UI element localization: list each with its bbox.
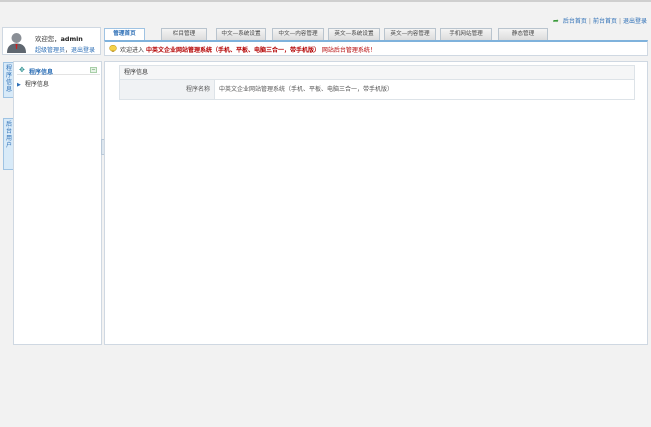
tab-en-content-management[interactable]: 英文—内容管理 [384,28,436,40]
left-menu-title: 程序信息 [29,69,54,76]
arrow-icon: ➦ [552,17,559,25]
table-row: 程序名称 中英文企业网站管理系统（手机、平板、电脑三合一，带手机版） [120,80,634,99]
main-content: 程序信息 程序名称 中英文企业网站管理系统（手机、平板、电脑三合一，带手机版） [104,61,648,345]
tab-cn-system-settings[interactable]: 中文—系统设置 [216,28,266,40]
logout-link[interactable]: 退出登录 [623,18,647,25]
tab-en-system-settings[interactable]: 英文—系统设置 [328,28,380,40]
left-menu-panel: ✥ 程序信息 − ▶ 程序信息 [13,61,102,345]
info-table: 程序信息 程序名称 中英文企业网站管理系统（手机、平板、电脑三合一，带手机版） [119,65,635,100]
expand-icon: ✥ [19,66,25,74]
role-link[interactable]: 超级管理员 [35,47,65,54]
info-value: 中英文企业网站管理系统（手机、平板、电脑三合一，带手机版） [219,86,394,93]
tab-mobile-site[interactable]: 手机网站管理 [440,28,492,40]
top-links: ➦ 后台首页 | 前台首页 | 退出登录 [552,17,647,26]
top-divider [0,0,651,2]
welcome-text: 欢迎您，admin [35,35,83,43]
info-heading: 程序信息 [120,66,634,80]
left-menu-header[interactable]: ✥ 程序信息 − [17,66,100,76]
user-panel: 欢迎您，admin 超级管理员，退出登录 [2,27,101,55]
role-line: 超级管理员，退出登录 [35,47,96,54]
admin-home-link[interactable]: 后台首页 [563,18,587,25]
user-logout-link[interactable]: 退出登录 [71,47,95,54]
chevron-right-icon: ▶ [17,82,21,88]
site-home-link[interactable]: 前台首页 [593,18,617,25]
welcome-message: 欢迎进入 中英文企业网站管理系统（手机、平板、电脑三合一，带手机版） 网站后台管… [120,47,376,54]
tab-static-management[interactable]: 静态管理 [498,28,548,40]
tab-column-management[interactable]: 栏目管理 [161,28,207,40]
left-menu-item[interactable]: ▶ 程序信息 [17,79,49,88]
welcome-bar: 欢迎进入 中英文企业网站管理系统（手机、平板、电脑三合一，带手机版） 网站后台管… [104,40,648,56]
collapse-icon[interactable]: − [90,67,97,73]
info-key: 程序名称 [120,80,215,99]
username: admin [60,35,83,43]
avatar [7,33,26,53]
tab-cn-content-management[interactable]: 中文—内容管理 [272,28,324,40]
lightbulb-icon [109,45,117,52]
system-name: 中英文企业网站管理系统（手机、平板、电脑三合一，带手机版） [145,47,320,54]
